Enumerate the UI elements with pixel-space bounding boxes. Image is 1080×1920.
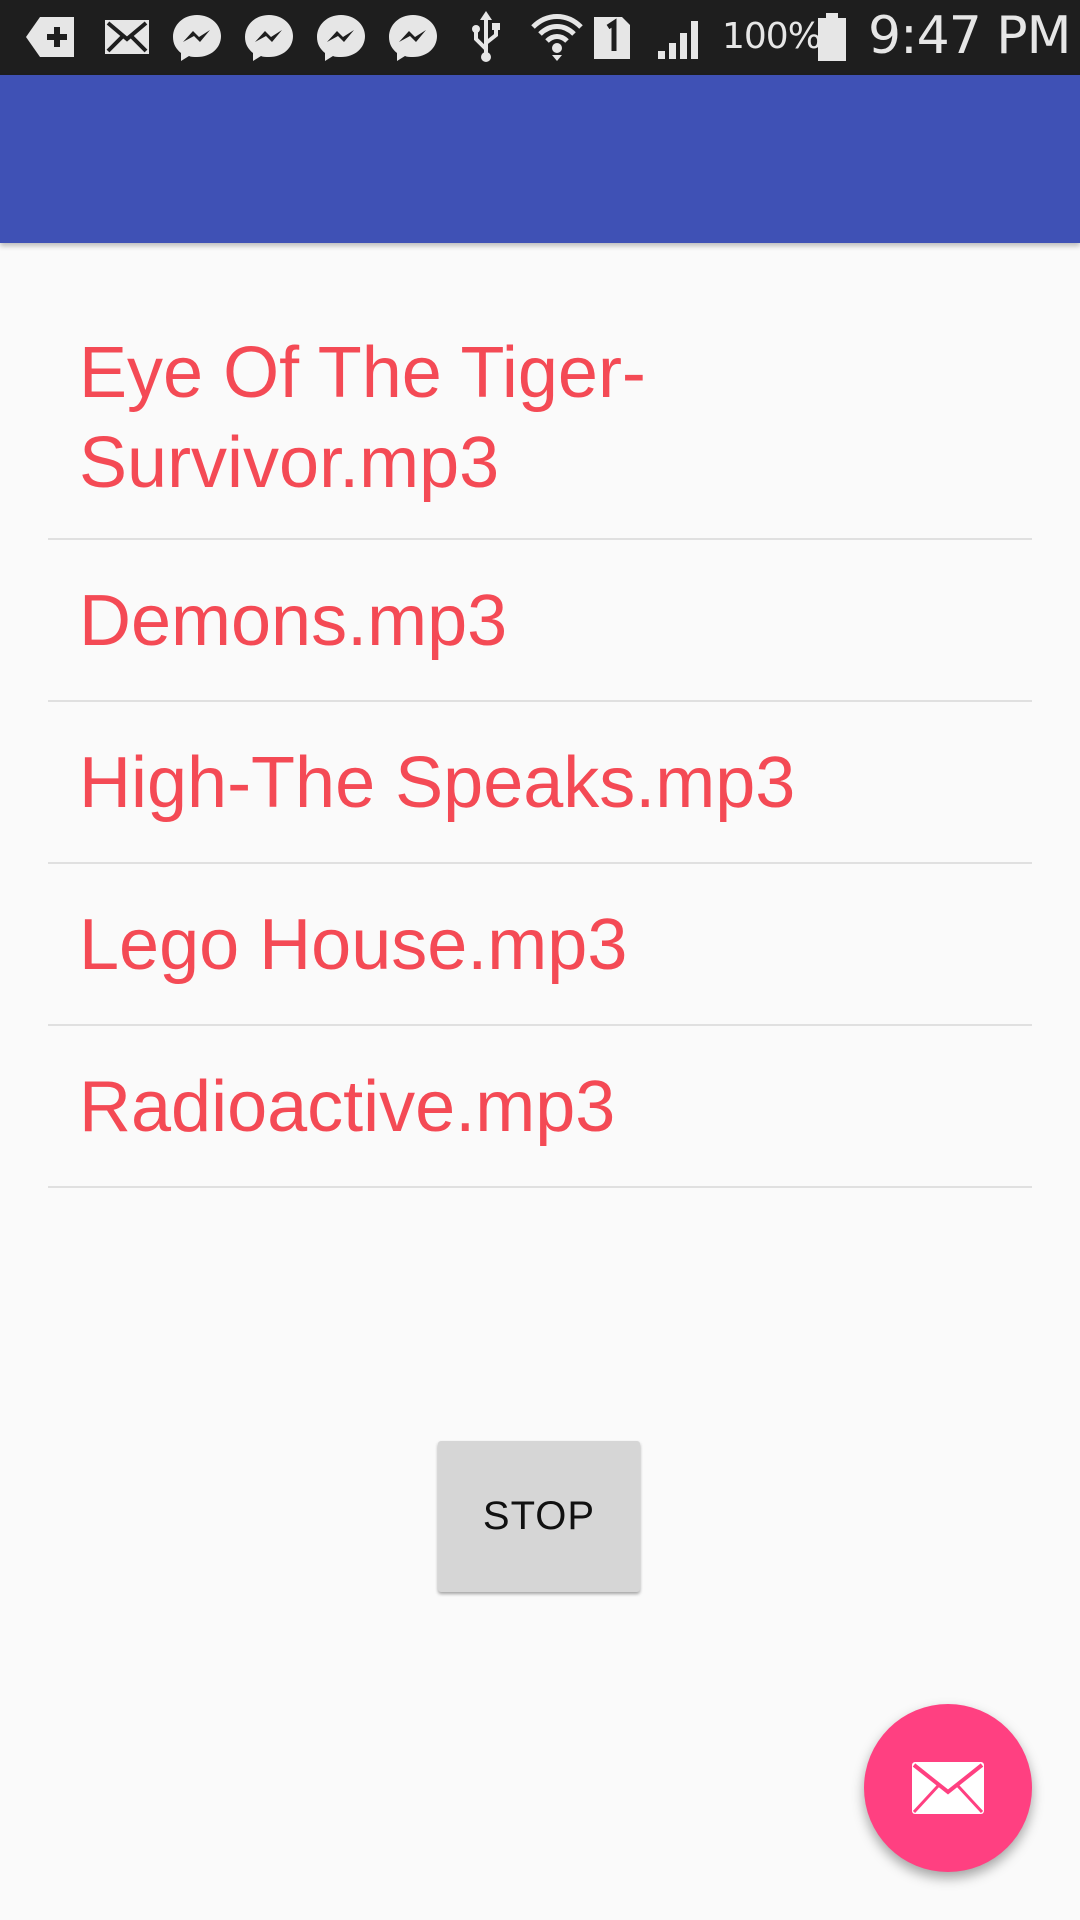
mail-icon (912, 1762, 984, 1814)
usb-icon (472, 11, 500, 62)
email-fab-button[interactable] (864, 1704, 1032, 1872)
song-item[interactable]: Eye Of The Tiger-Survivor.mp3 (48, 243, 1032, 540)
messenger-icon (173, 15, 221, 61)
song-item[interactable]: Radioactive.mp3 (48, 1026, 1032, 1188)
battery-icon (818, 13, 846, 61)
song-item[interactable]: Lego House.mp3 (48, 864, 1032, 1026)
messenger-icon (245, 15, 293, 61)
battery-percent: 100% (722, 16, 822, 57)
song-item[interactable]: High-The Speaks.mp3 (48, 702, 1032, 864)
messenger-icon (317, 15, 365, 61)
stop-button[interactable]: STOP (438, 1441, 640, 1592)
stop-button-label: STOP (482, 1494, 596, 1538)
status-bar: 100% 9:47 PM (0, 0, 1080, 75)
messenger-icon (389, 15, 437, 61)
mail-icon (105, 20, 149, 54)
signal-icon (658, 21, 698, 59)
song-item[interactable]: Demons.mp3 (48, 540, 1032, 702)
app-bar (0, 75, 1080, 243)
song-list[interactable]: Eye Of The Tiger-Survivor.mp3 Demons.mp3… (48, 243, 1032, 1188)
wifi-icon (531, 14, 583, 61)
sim-1-icon (594, 17, 630, 59)
add-box-icon (26, 17, 74, 57)
clock: 9:47 PM (868, 6, 1072, 66)
screen: 100% 9:47 PM Eye Of The Tiger-Survivor.m… (0, 0, 1080, 1920)
